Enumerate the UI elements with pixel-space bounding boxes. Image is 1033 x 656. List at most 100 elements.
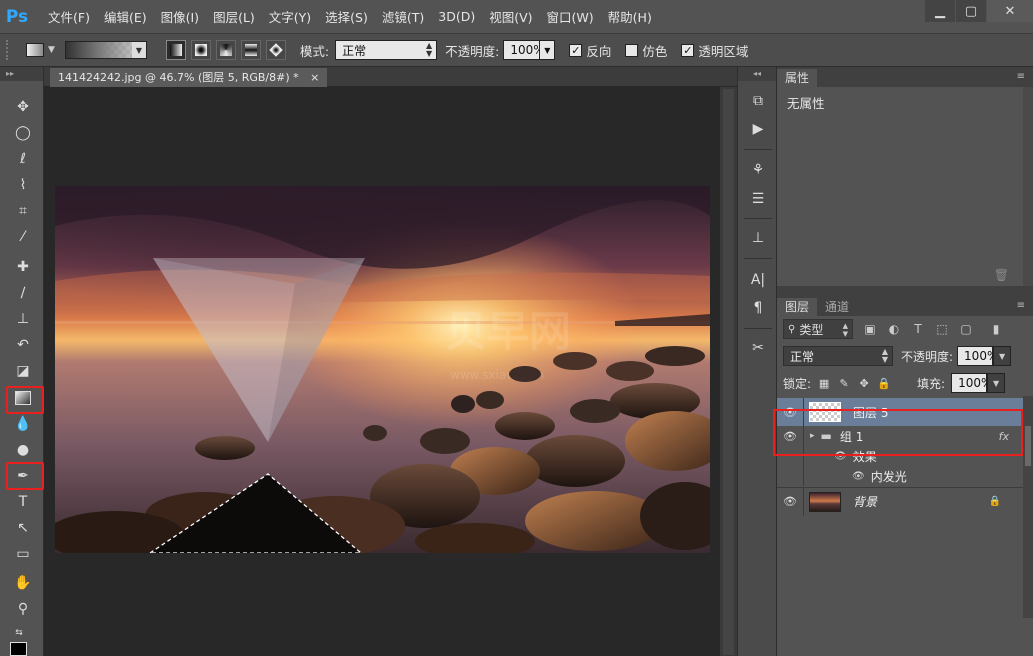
pixel-filter-icon[interactable]: ▣ bbox=[863, 322, 877, 336]
dodge-icon[interactable]: ● bbox=[12, 439, 34, 461]
tab-close-icon[interactable]: × bbox=[310, 71, 319, 84]
filter-toggle-icon[interactable]: ▮ bbox=[989, 322, 1003, 336]
tab-properties[interactable]: 属性 bbox=[777, 69, 818, 87]
close-window-button[interactable]: ✕ bbox=[987, 0, 1033, 22]
hand-icon[interactable]: ✋ bbox=[12, 572, 34, 594]
elliptical-marquee-icon[interactable]: ◯ bbox=[12, 122, 34, 144]
layer-kind-filter[interactable]: ⚲ 类型 ▲ ▼ bbox=[783, 319, 853, 339]
scroll-thumb[interactable] bbox=[723, 89, 734, 655]
rectangle-icon[interactable]: ▭ bbox=[12, 543, 34, 565]
dither-checkbox[interactable] bbox=[625, 43, 639, 57]
lock-position-icon[interactable]: ✥ bbox=[857, 376, 871, 390]
reflected-gradient-button[interactable] bbox=[240, 40, 261, 60]
menu-3d[interactable]: 3D(D) bbox=[438, 9, 475, 24]
smart-object-filter-icon[interactable]: ▢ bbox=[959, 322, 973, 336]
brush-presets-icon[interactable]: ⚘ bbox=[748, 160, 768, 180]
opacity-input[interactable]: 100% bbox=[503, 40, 545, 60]
lasso-icon[interactable]: ℓ bbox=[12, 148, 34, 170]
paragraph-panel-icon[interactable]: ¶ bbox=[748, 298, 768, 318]
layers-scrollbar[interactable] bbox=[1023, 396, 1033, 618]
layer-opacity-dropdown[interactable]: ▼ bbox=[993, 346, 1012, 366]
crop-icon[interactable]: ⌗ bbox=[12, 200, 34, 222]
radial-gradient-button[interactable] bbox=[190, 40, 211, 60]
panel-menu-icon[interactable]: ≡ bbox=[1017, 300, 1025, 311]
dock-collapse[interactable]: ◂◂ bbox=[738, 67, 776, 81]
fill-dropdown[interactable]: ▼ bbox=[987, 373, 1006, 393]
mode-select[interactable]: 正常 ▲ ▼ bbox=[335, 40, 438, 60]
menu-edit[interactable]: 编辑(E) bbox=[104, 7, 147, 26]
layer-name: 背景 bbox=[853, 495, 878, 509]
linear-gradient-button[interactable] bbox=[165, 40, 186, 60]
transparency-checkbox[interactable]: ✓ bbox=[681, 43, 695, 57]
opacity-dropdown[interactable]: ▼ bbox=[539, 40, 556, 60]
path-selection-icon[interactable]: ↖ bbox=[12, 517, 34, 539]
type-icon[interactable]: T bbox=[12, 491, 34, 513]
options-grip[interactable] bbox=[6, 40, 12, 60]
quick-selection-icon[interactable]: ⌇ bbox=[12, 174, 34, 196]
tool-preset-picker[interactable]: ▼ bbox=[26, 43, 55, 57]
document-tab[interactable]: 141424242.jpg @ 46.7% (图层 5, RGB/8#) * × bbox=[50, 68, 328, 87]
layer-row[interactable]: 👁 背景 🔒 bbox=[777, 487, 1023, 516]
menu-view[interactable]: 视图(V) bbox=[489, 7, 532, 26]
angle-gradient-button[interactable] bbox=[215, 40, 236, 60]
canvas-scrollbar[interactable] bbox=[720, 87, 737, 656]
move-tool-icon[interactable]: ✥ bbox=[12, 96, 34, 118]
menu-layer[interactable]: 图层(L) bbox=[213, 7, 255, 26]
tab-layers[interactable]: 图层 bbox=[777, 298, 818, 316]
adjustments-panel-icon[interactable]: ☰ bbox=[748, 189, 768, 209]
trash-icon[interactable]: 🗑 bbox=[994, 268, 1009, 282]
zoom-icon[interactable]: ⚲ bbox=[12, 598, 34, 620]
toolbox-collapse[interactable]: ▸▸ bbox=[0, 67, 43, 81]
maximize-button[interactable]: ▢ bbox=[956, 0, 986, 22]
menu-image[interactable]: 图像(I) bbox=[161, 7, 199, 26]
actions-panel-icon[interactable]: ▶ bbox=[748, 119, 768, 139]
dock-separator bbox=[744, 149, 772, 150]
eyedropper-icon[interactable]: ⁄ bbox=[12, 226, 34, 248]
history-panel-icon[interactable]: ⧉ bbox=[748, 91, 768, 111]
visibility-eye-icon[interactable]: 👁 bbox=[777, 495, 803, 508]
search-icon: ⚲ bbox=[788, 323, 796, 335]
blend-mode-value: 正常 bbox=[790, 349, 815, 364]
document-canvas[interactable]: 贝早网 www.sxiaw.com bbox=[55, 186, 710, 553]
menu-type[interactable]: 文字(Y) bbox=[269, 7, 311, 26]
blend-mode-select[interactable]: 正常 ▲ ▼ bbox=[783, 346, 893, 366]
menu-file[interactable]: 文件(F) bbox=[48, 7, 90, 26]
eraser-icon[interactable]: ◪ bbox=[12, 360, 34, 382]
lock-image-icon[interactable]: ✎ bbox=[837, 376, 851, 390]
properties-scrollbar[interactable] bbox=[1023, 87, 1033, 286]
minimize-button[interactable]: ▁ bbox=[925, 0, 955, 22]
reverse-checkbox[interactable]: ✓ bbox=[569, 43, 583, 57]
gradient-picker[interactable]: ▼ bbox=[64, 41, 147, 59]
spot-healing-icon[interactable]: ✚ bbox=[12, 256, 34, 278]
menu-window[interactable]: 窗口(W) bbox=[547, 7, 594, 26]
panel-menu-icon[interactable]: ≡ bbox=[1017, 71, 1025, 82]
foreground-color-swatch[interactable] bbox=[10, 642, 27, 656]
tool-presets-icon[interactable]: ✂ bbox=[748, 338, 768, 358]
fill-label: 填充: bbox=[917, 376, 946, 391]
diamond-gradient-button[interactable] bbox=[265, 40, 286, 60]
lock-all-icon[interactable]: 🔒 bbox=[877, 376, 891, 390]
effect-eye-icon[interactable]: 👁 bbox=[852, 471, 865, 482]
shape-filter-icon[interactable]: ⬚ bbox=[935, 322, 949, 336]
effect-row[interactable]: 👁 内发光 bbox=[777, 466, 1023, 486]
fill-input[interactable]: 100% bbox=[951, 373, 992, 393]
menu-select[interactable]: 选择(S) bbox=[325, 7, 368, 26]
brush-icon[interactable]: ∕ bbox=[12, 282, 34, 304]
clone-stamp-icon[interactable]: ⊥ bbox=[12, 308, 34, 330]
scroll-thumb[interactable] bbox=[1025, 426, 1031, 466]
lock-transparent-icon[interactable]: ▦ bbox=[817, 376, 831, 390]
menu-filter[interactable]: 滤镜(T) bbox=[382, 7, 424, 26]
tab-channels[interactable]: 通道 bbox=[817, 298, 857, 316]
blur-icon[interactable]: 💧 bbox=[12, 413, 34, 435]
type-filter-icon[interactable]: T bbox=[911, 322, 925, 336]
adjustment-filter-icon[interactable]: ◐ bbox=[887, 322, 901, 336]
clone-source-icon[interactable]: ⊥ bbox=[748, 228, 768, 248]
swap-colors-icon[interactable]: ⇆ bbox=[8, 622, 30, 644]
layer-opacity-input[interactable]: 100% bbox=[957, 346, 998, 366]
character-panel-icon[interactable]: A| bbox=[748, 270, 768, 290]
reflected-gradient-icon bbox=[244, 44, 257, 56]
history-brush-icon[interactable]: ↶ bbox=[12, 334, 34, 356]
dock-separator bbox=[744, 328, 772, 329]
menu-help[interactable]: 帮助(H) bbox=[608, 7, 652, 26]
blend-opacity-row: 正常 ▲ ▼ 不透明度: 100% ▼ bbox=[777, 342, 1033, 370]
